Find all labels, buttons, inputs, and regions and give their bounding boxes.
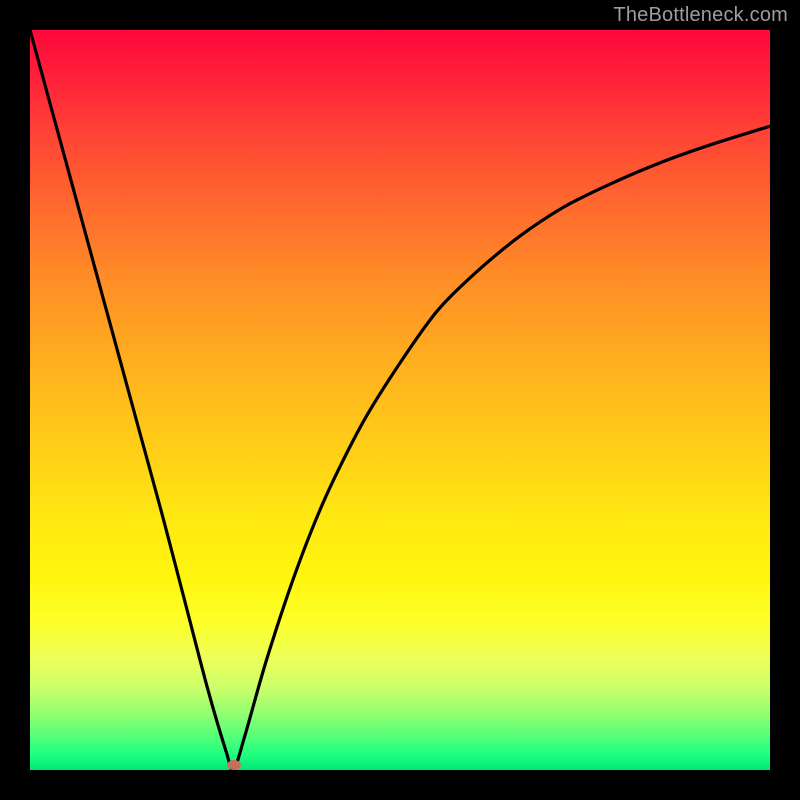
bottleneck-curve (30, 30, 770, 770)
chart-frame: TheBottleneck.com (0, 0, 800, 800)
curve-path (30, 30, 770, 770)
minimum-marker (227, 760, 241, 770)
plot-area (30, 30, 770, 770)
watermark-text: TheBottleneck.com (613, 4, 788, 27)
